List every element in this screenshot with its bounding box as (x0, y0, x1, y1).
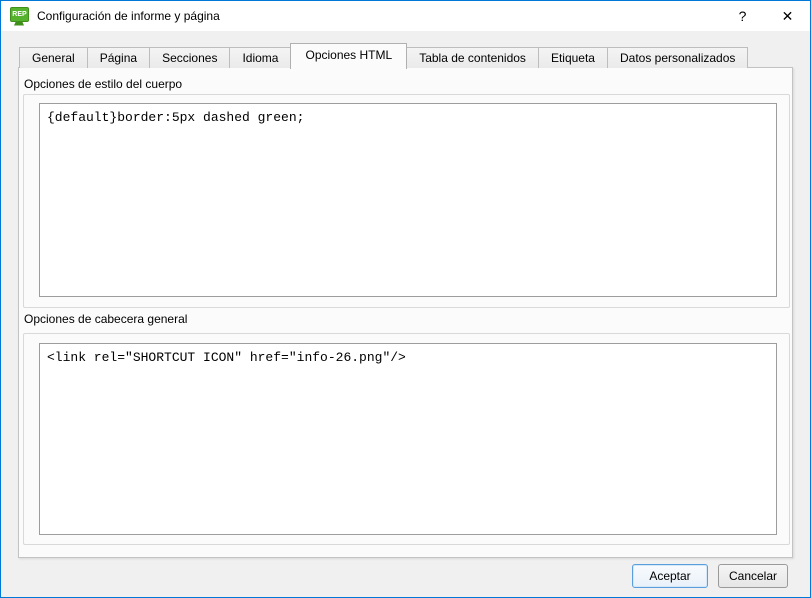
body-style-group-label: Opciones de estilo del cuerpo (24, 77, 182, 91)
tab-opciones-html[interactable]: Opciones HTML (290, 43, 407, 69)
accept-button[interactable]: Aceptar (632, 564, 708, 588)
report-page-settings-dialog: REP Configuración de informe y página ? … (0, 0, 811, 598)
help-button[interactable]: ? (720, 1, 765, 31)
title-bar[interactable]: REP Configuración de informe y página ? … (1, 1, 810, 31)
tab-page-opciones-html: Opciones de estilo del cuerpo {default}b… (18, 67, 793, 558)
window-title: Configuración de informe y página (37, 9, 220, 23)
general-header-options-input[interactable]: <link rel="SHORTCUT ICON" href="info-26.… (39, 343, 777, 535)
report-app-icon: REP (9, 7, 29, 26)
close-button[interactable]: ✕ (765, 1, 810, 31)
header-group-label: Opciones de cabecera general (24, 312, 187, 326)
tab-idioma[interactable]: Idioma (229, 47, 291, 68)
report-icon-screen: REP (10, 7, 29, 22)
tab-general[interactable]: General (19, 47, 88, 68)
tab-strip: General Página Secciones Idioma Opciones… (19, 43, 747, 68)
tab-secciones[interactable]: Secciones (149, 47, 230, 68)
cancel-button[interactable]: Cancelar (718, 564, 788, 588)
tab-pagina[interactable]: Página (87, 47, 150, 68)
body-style-options-input[interactable]: {default}border:5px dashed green; (39, 103, 777, 297)
tab-etiqueta[interactable]: Etiqueta (538, 47, 608, 68)
tab-datos-personalizados[interactable]: Datos personalizados (607, 47, 748, 68)
titlebar-buttons: ? ✕ (720, 1, 810, 31)
tab-tabla-de-contenidos[interactable]: Tabla de contenidos (406, 47, 539, 68)
